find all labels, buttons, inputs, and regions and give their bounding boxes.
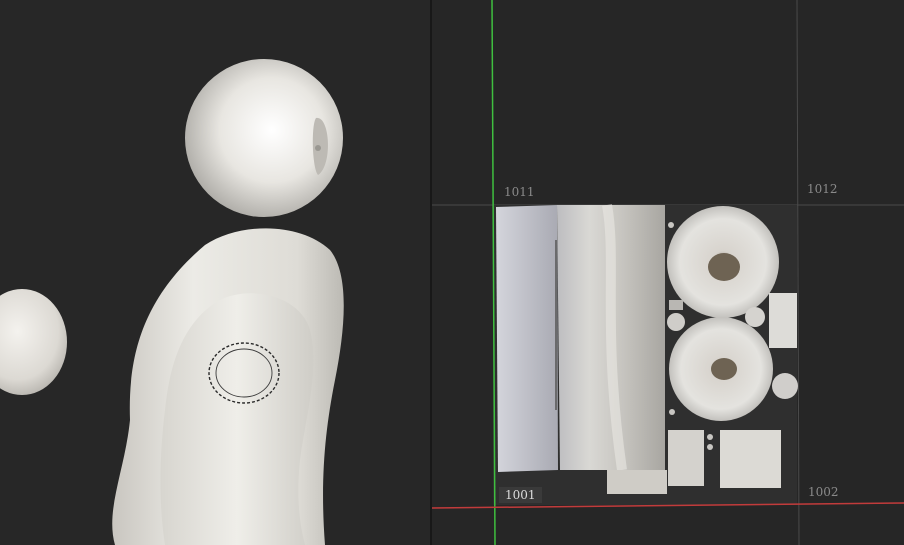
uv-canvas[interactable] [432, 0, 904, 545]
uv-island-small-1 [769, 293, 797, 348]
3d-scene[interactable] [0, 0, 430, 545]
udim-label-1011: 1011 [504, 185, 535, 199]
udim-label-1001: 1001 [499, 487, 542, 503]
side-sphere [0, 289, 67, 395]
udim-label-1012: 1012 [807, 182, 838, 196]
uv-island-small-2 [668, 430, 704, 486]
udim-label-1002: 1002 [808, 485, 839, 499]
uv-island-small-3 [720, 430, 781, 488]
3d-viewport[interactable] [0, 0, 430, 545]
uv-island-left [496, 205, 558, 472]
uv-island-bottom [607, 470, 667, 494]
grid-line-v-right [796, 0, 800, 545]
uv-editor[interactable]: 1011 1012 1001 1002 [432, 0, 904, 545]
